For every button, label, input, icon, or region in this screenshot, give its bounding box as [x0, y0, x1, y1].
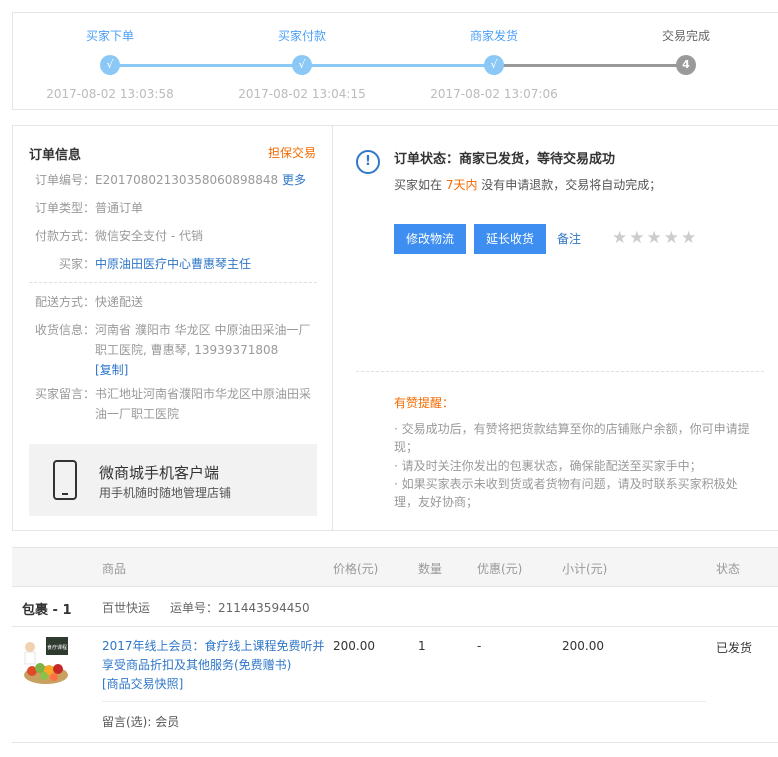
- step-title: 商家发货: [469, 29, 518, 43]
- info-label: 收货信息：: [35, 323, 96, 337]
- star-icon[interactable]: ★: [681, 229, 696, 247]
- status-description: 买家如在 7天内 没有申请退款，交易将自动完成；: [394, 178, 662, 192]
- step-title: 买家下单: [85, 29, 134, 43]
- col-price: 价格(元): [333, 562, 379, 576]
- tip-item: · 交易成功后，有赞将把货款结算至你的店铺账户余额，你可申请提现；: [394, 422, 750, 454]
- order-type: 普通订单: [95, 201, 144, 215]
- order-type-row: 订单类型： 普通订单: [35, 198, 321, 218]
- table-header: 商品 价格(元) 数量 优惠(元) 小计(元) 状态: [12, 547, 778, 587]
- check-icon: √: [100, 55, 120, 75]
- order-number-row: 订单编号： E20170802130358060898848 更多: [35, 170, 321, 190]
- star-icon[interactable]: ★: [612, 229, 627, 247]
- col-qty: 数量: [418, 562, 443, 576]
- col-product: 商品: [102, 562, 127, 576]
- col-discount: 优惠(元): [477, 562, 523, 576]
- star-rating[interactable]: ★ ★ ★ ★ ★: [612, 229, 696, 247]
- package-name: 包裹 - 1: [22, 603, 72, 618]
- tip-item: · 请及时关注你发出的包裹状态，确保能配送至买家手中；: [394, 459, 702, 473]
- snapshot-link[interactable]: [商品交易快照]: [102, 677, 183, 691]
- star-icon[interactable]: ★: [664, 229, 679, 247]
- star-icon[interactable]: ★: [629, 229, 644, 247]
- buyer-row: 买家： 中原油田医疗中心曹惠琴主任: [35, 254, 321, 274]
- order-info-title: 订单信息: [29, 148, 82, 163]
- product-link[interactable]: 2017年线上会员：食疗线上课程免费听并享受商品折扣及其他服务(免费赠书): [102, 639, 325, 672]
- info-label: 订单编号：: [35, 173, 96, 187]
- item-qty: 1: [418, 639, 426, 653]
- modify-logistics-button[interactable]: 修改物流: [394, 224, 467, 254]
- item-price: 200.00: [333, 639, 375, 653]
- info-label: 付款方式：: [35, 229, 96, 243]
- address-row: 收货信息： 河南省 濮阳市 华龙区 中原油田采油一厂职工医院, 曹惠琴, 139…: [35, 320, 321, 380]
- info-label: 订单类型：: [35, 201, 96, 215]
- star-icon[interactable]: ★: [647, 229, 662, 247]
- item-discount: -: [477, 639, 482, 653]
- step-number: 4: [676, 55, 696, 75]
- tips-title: 有赞提醒：: [394, 396, 455, 410]
- delivery-row: 配送方式： 快递配送: [35, 292, 321, 312]
- buyer-message: 书汇地址河南省濮阳市华龙区中原油田采油一厂职工医院: [95, 387, 312, 421]
- item-status: 已发货: [716, 641, 753, 655]
- divider: [29, 282, 317, 283]
- payment-method: 微信安全支付 - 代销: [95, 229, 203, 243]
- product-title: 2017年线上会员：食疗线上课程免费听并享受商品折扣及其他服务(免费赠书) [商…: [102, 637, 326, 694]
- progress-line: [303, 64, 493, 67]
- order-progress: 买家下单 买家付款 商家发货 交易完成 √ √ √ 4 2017-08-02 1…: [12, 12, 778, 110]
- phone-icon: [53, 460, 77, 500]
- step-time: 2017-08-02 13:07:06: [430, 87, 558, 101]
- progress-line: [495, 64, 685, 67]
- more-link[interactable]: 更多: [282, 173, 306, 187]
- goods-table: 商品 价格(元) 数量 优惠(元) 小计(元) 状态 包裹 - 1 百世快运 运…: [12, 547, 778, 743]
- info-label: 配送方式：: [35, 295, 96, 309]
- payment-row: 付款方式： 微信安全支付 - 代销: [35, 226, 321, 246]
- step-title: 交易完成: [661, 29, 710, 43]
- divider: [356, 371, 764, 372]
- guarantee-badge: 担保交易: [267, 146, 316, 160]
- auto-complete-days: 7天内: [445, 178, 478, 192]
- table-row: 食疗课程 2017年线上会员：食疗线上课程免费听并享受商品折扣及其他服务(免费赠…: [12, 627, 778, 743]
- delivery-method: 快递配送: [95, 295, 144, 309]
- col-status: 状态: [716, 562, 741, 576]
- divider: [102, 701, 706, 702]
- express-company: 百世快运: [102, 601, 151, 615]
- thumb-label: 食疗课程: [47, 644, 67, 651]
- step-title: 买家付款: [277, 29, 326, 43]
- buyer-link[interactable]: 中原油田医疗中心曹惠琴主任: [95, 254, 321, 274]
- info-label: 买家留言：: [35, 387, 96, 401]
- package-row: 包裹 - 1 百世快运 运单号：211443594450: [12, 587, 778, 627]
- check-icon: √: [484, 55, 504, 75]
- order-info: 订单信息 担保交易 订单编号： E20170802130358060898848…: [13, 126, 333, 530]
- step-time: 2017-08-02 13:04:15: [238, 87, 366, 101]
- exclamation-icon: !: [356, 150, 380, 174]
- col-subtotal: 小计(元): [562, 562, 608, 576]
- step-time: 2017-08-02 13:03:58: [46, 87, 174, 101]
- order-number: E20170802130358060898848: [95, 173, 279, 187]
- item-subtotal: 200.00: [562, 639, 604, 653]
- item-remark: 留言(选): 会员: [102, 715, 180, 729]
- product-thumbnail[interactable]: 食疗课程: [22, 637, 70, 685]
- check-icon: √: [292, 55, 312, 75]
- note-link[interactable]: 备注: [557, 230, 581, 247]
- mobile-app-banner[interactable]: 微商城手机客户端 用手机随时随地管理店铺: [29, 444, 317, 516]
- copy-link[interactable]: [复制]: [95, 363, 128, 377]
- order-status: ! 订单状态：商家已发货，等待交易成功 买家如在 7天内 没有申请退款，交易将自…: [334, 126, 778, 530]
- tracking-number: 运单号：211443594450: [170, 601, 310, 615]
- extend-receipt-button[interactable]: 延长收货: [474, 224, 547, 254]
- status-title: 订单状态：商家已发货，等待交易成功: [394, 152, 616, 167]
- buyer-message-row: 买家留言： 书汇地址河南省濮阳市华龙区中原油田采油一厂职工医院: [35, 384, 321, 424]
- info-label: 买家：: [58, 257, 95, 271]
- progress-line: [111, 64, 301, 67]
- app-title: 微商城手机客户端: [99, 464, 220, 482]
- order-panel: 订单信息 担保交易 订单编号： E20170802130358060898848…: [12, 125, 778, 531]
- tip-item: · 如果买家表示未收到货或者货物有问题，请及时联系买家积极处理，友好协商；: [394, 477, 738, 509]
- app-subtitle: 用手机随时随地管理店铺: [99, 486, 232, 500]
- address-text: 河南省 濮阳市 华龙区 中原油田采油一厂职工医院, 曹惠琴, 139393718…: [95, 323, 311, 357]
